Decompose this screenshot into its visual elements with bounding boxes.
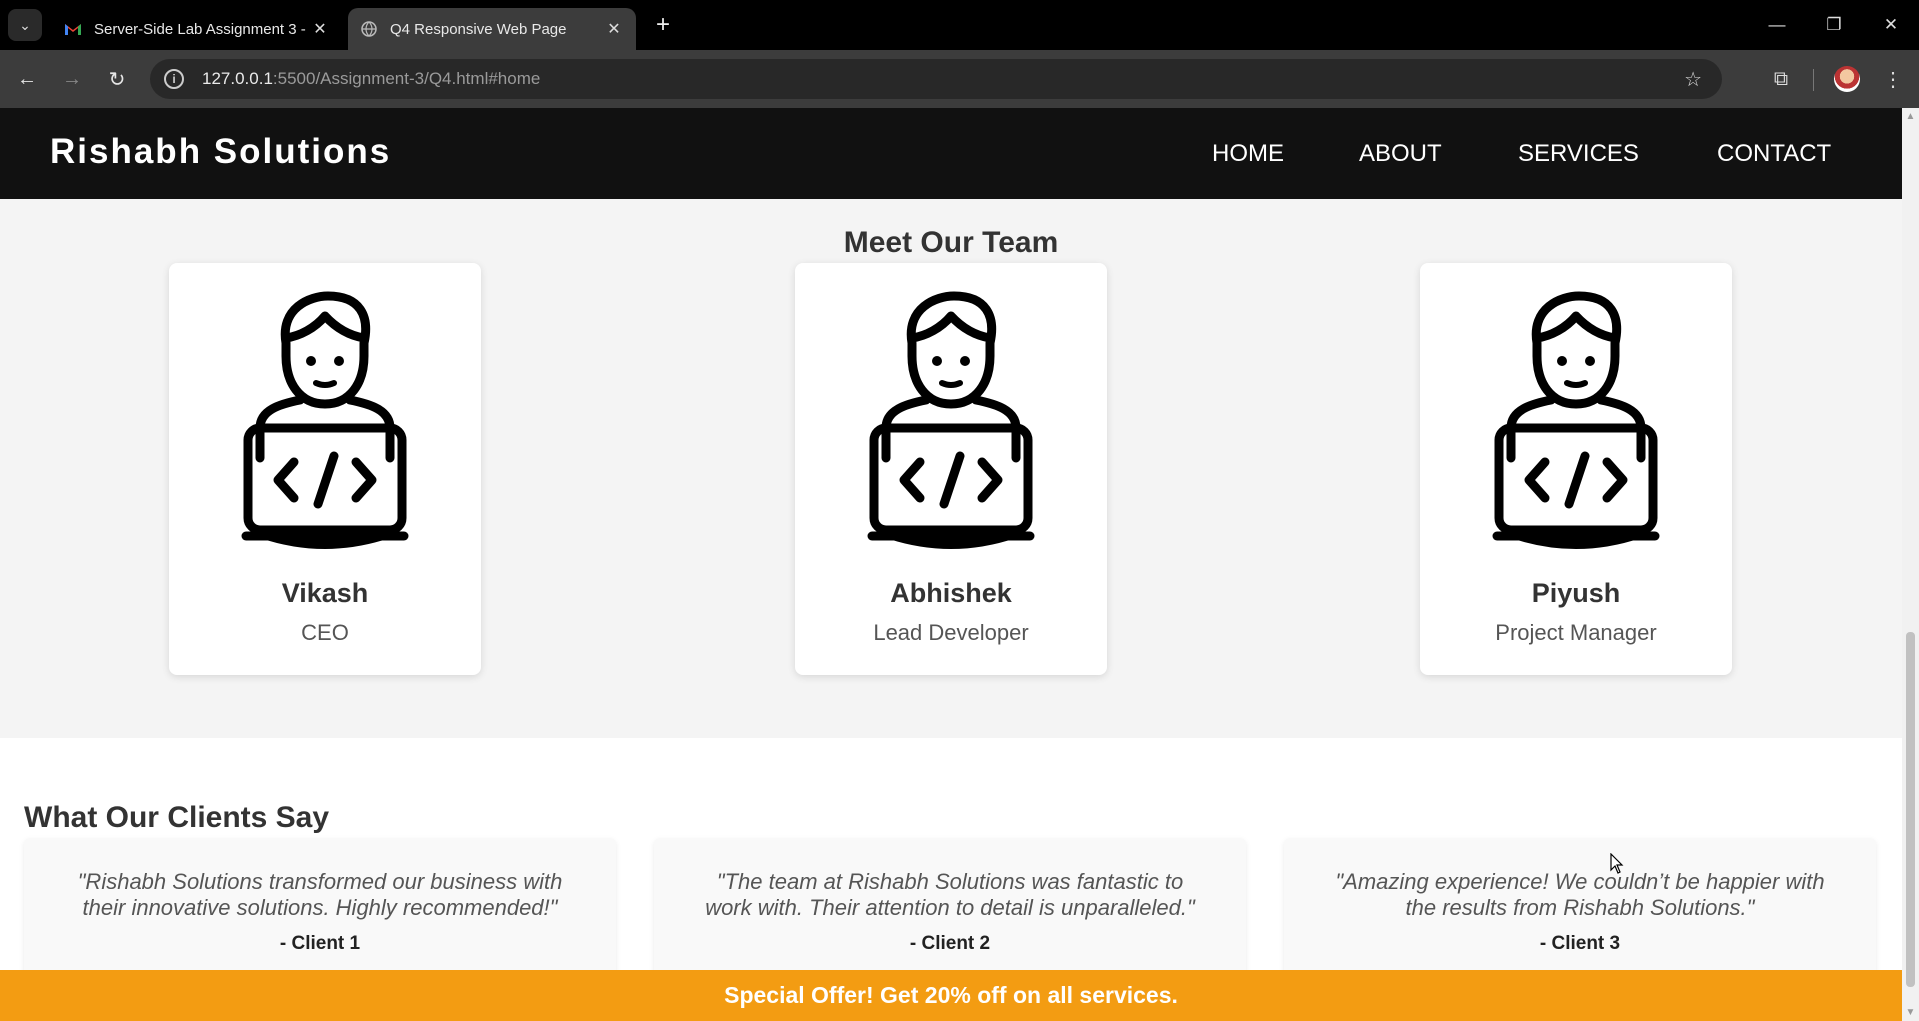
nav-contact-link[interactable]: CONTACT (1717, 140, 1831, 168)
developer-avatar-icon (867, 291, 1035, 549)
team-member-name: Vikash (281, 578, 369, 608)
scroll-up-icon[interactable]: ▲ (1905, 111, 1916, 122)
testimonial-client: - Client 2 (909, 933, 991, 954)
chevron-down-icon: ⌄ (19, 16, 31, 33)
team-member-role: Lead Developer (873, 620, 1029, 645)
team-section-title: Meet Our Team (843, 226, 1059, 259)
tab-title: Q4 Responsive Web Page (390, 20, 567, 38)
nav-about-link[interactable]: ABOUT (1359, 140, 1442, 168)
minimize-icon[interactable]: — (1757, 10, 1797, 40)
toolbar-divider (1813, 69, 1814, 91)
scrollbar-thumb[interactable] (1906, 632, 1915, 987)
testimonial-quote: "Rishabh Solutions transformed our busin… (77, 869, 563, 920)
team-card: Piyush Project Manager (1420, 263, 1732, 675)
nav-home-link[interactable]: HOME (1212, 140, 1284, 168)
mouse-cursor-icon (1610, 853, 1624, 874)
team-card: Vikash CEO (169, 263, 481, 675)
tab-title: Server-Side Lab Assignment 3 - (94, 20, 306, 38)
close-icon[interactable]: ✕ (604, 19, 624, 39)
brand-logo[interactable]: Rishabh Solutions (50, 132, 391, 172)
testimonial-card: "Amazing experience! We couldn’t be happ… (1284, 838, 1876, 988)
nav-services-link[interactable]: SERVICES (1518, 140, 1639, 168)
testimonial-card: "The team at Rishabh Solutions was fanta… (654, 838, 1246, 988)
page-viewport: Rishabh Solutions HOME ABOUT SERVICES CO… (0, 108, 1902, 1021)
special-offer-banner: Special Offer! Get 20% off on all servic… (0, 970, 1902, 1021)
site-info-icon[interactable]: i (164, 69, 184, 89)
reload-icon[interactable]: ↻ (102, 64, 132, 94)
developer-avatar-icon (241, 291, 409, 549)
team-member-name: Piyush (1531, 578, 1621, 608)
team-card: Abhishek Lead Developer (795, 263, 1107, 675)
browser-toolbar: ← → ↻ i 127.0.0.1:5500/Assignment-3/Q4.h… (0, 50, 1919, 108)
restore-icon[interactable]: ❐ (1814, 10, 1854, 40)
back-arrow-icon[interactable]: ← (12, 64, 42, 94)
team-member-role: Project Manager (1495, 620, 1657, 645)
globe-icon (360, 20, 378, 38)
testimonial-card: "Rishabh Solutions transformed our busin… (24, 838, 616, 988)
developer-avatar-icon (1492, 291, 1660, 549)
profile-avatar[interactable] (1834, 66, 1860, 92)
tab-gmail[interactable]: Server-Side Lab Assignment 3 - ✕ (52, 8, 342, 50)
browser-tab-bar: ⌄ Server-Side Lab Assignment 3 - ✕ Q4 Re… (0, 0, 1919, 50)
forward-arrow-icon[interactable]: → (57, 64, 87, 94)
scroll-down-icon[interactable]: ▼ (1905, 1007, 1916, 1018)
testimonial-client: - Client 3 (1539, 933, 1621, 954)
testimonials-title: What Our Clients Say (24, 801, 330, 834)
close-icon[interactable]: ✕ (310, 19, 330, 39)
bookmark-star-icon[interactable]: ☆ (1684, 67, 1702, 92)
gmail-icon (64, 20, 82, 38)
testimonial-quote: "The team at Rishabh Solutions was fanta… (705, 869, 1195, 920)
extensions-icon[interactable]: ⧉ (1766, 64, 1796, 94)
team-member-role: CEO (301, 620, 349, 645)
tab-q4[interactable]: Q4 Responsive Web Page ✕ (348, 8, 636, 50)
tab-search-button[interactable]: ⌄ (8, 9, 42, 41)
new-tab-button[interactable]: + (650, 11, 676, 38)
url-text: 127.0.0.1:5500/Assignment-3/Q4.html#home (202, 69, 541, 88)
team-member-name: Abhishek (890, 578, 1012, 608)
page-scrollbar[interactable]: ▲ ▼ (1902, 108, 1919, 1021)
window-close-icon[interactable]: ✕ (1871, 10, 1911, 40)
address-bar[interactable]: i 127.0.0.1:5500/Assignment-3/Q4.html#ho… (150, 59, 1722, 99)
testimonial-quote: "Amazing experience! We couldn’t be happ… (1335, 869, 1825, 920)
testimonial-client: - Client 1 (279, 933, 361, 954)
site-navbar: Rishabh Solutions HOME ABOUT SERVICES CO… (0, 108, 1902, 199)
menu-kebab-icon[interactable]: ⋮ (1878, 64, 1908, 94)
